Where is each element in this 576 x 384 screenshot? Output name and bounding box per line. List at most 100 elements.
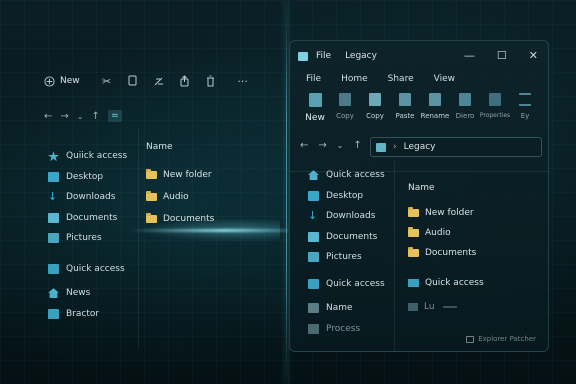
download-icon: ↓ [48, 190, 58, 204]
file-name: Lu [424, 302, 435, 312]
sidebar-item-label: Desktop [326, 190, 364, 201]
view-toggle-icon[interactable]: = [107, 110, 122, 122]
sidebar-item-desktop[interactable]: Desktop [308, 186, 394, 207]
list-icon [519, 93, 531, 106]
home-icon [48, 288, 59, 299]
sidebar-item-downloads[interactable]: ↓ Downloads [48, 187, 138, 208]
maximize-icon[interactable]: ☐ [497, 49, 507, 62]
modern-explorer-window: New ✂ ··· ← → ⌄ ↑ = Quiick access Deskto [30, 60, 286, 350]
share-icon[interactable] [178, 74, 192, 88]
ribbon-copy-button-2[interactable]: Copy [360, 93, 390, 123]
sidebar-item-label: Downloads [66, 192, 116, 203]
navigation-bar: ← → ⌄ ↑ [300, 140, 362, 151]
more-icon[interactable]: ··· [236, 74, 250, 88]
sidebar-item-label: Documents [66, 212, 118, 223]
file-list: Name New folder Audio Documents [146, 142, 214, 230]
forward-icon[interactable]: → [318, 140, 326, 151]
folder-icon [146, 191, 157, 201]
sidebar-item-desktop[interactable]: Desktop [48, 167, 138, 188]
new-icon [308, 93, 322, 107]
divider-glow-line [286, 0, 287, 384]
sidebar-item-pictures[interactable]: Pictures [48, 228, 138, 249]
folder-icon [376, 142, 386, 152]
folder-icon [48, 308, 59, 319]
sidebar-item-label: Pictures [66, 233, 102, 244]
window-controls: — ☐ ✕ [464, 49, 538, 62]
ribbon-label: Properties [479, 112, 511, 119]
file-name: New folder [425, 208, 474, 218]
list-item[interactable]: Audio [408, 223, 484, 243]
monitor-icon [48, 263, 59, 274]
up-icon[interactable]: ↑ [353, 140, 361, 151]
sidebar-item-quick-access[interactable]: Quiick access [48, 146, 138, 167]
minimize-icon[interactable]: — [464, 49, 475, 62]
sidebar-item-pictures[interactable]: Pictures [308, 247, 394, 268]
folder-app-icon [298, 51, 308, 61]
chevron-down-icon[interactable]: ⌄ [337, 141, 344, 150]
copy-icon[interactable] [126, 74, 140, 88]
tab-view[interactable]: View [434, 74, 455, 84]
folder-icon [308, 323, 319, 334]
ribbon-ey-button[interactable]: Ey [510, 93, 540, 123]
address-bar[interactable]: › Legacy [370, 137, 542, 157]
ribbon-new-button[interactable]: New [300, 93, 330, 123]
breadcrumb: Legacy [403, 142, 436, 152]
list-item[interactable]: New folder [408, 203, 484, 223]
delete-icon[interactable] [204, 74, 218, 88]
pictures-icon [48, 233, 59, 244]
list-item[interactable]: Documents [146, 208, 214, 230]
list-item[interactable]: Lu [408, 297, 484, 317]
rename-icon[interactable] [152, 74, 166, 88]
back-icon[interactable]: ← [44, 111, 52, 122]
brand-watermark: Explorer Patcher [466, 335, 536, 343]
list-item[interactable]: Audio [146, 186, 214, 208]
sidebar-item-news[interactable]: News [48, 283, 138, 304]
file-name: Audio [163, 192, 189, 202]
sidebar-item-quick-access-2[interactable]: Quick access [48, 259, 138, 280]
back-icon[interactable]: ← [300, 140, 308, 151]
column-header-name[interactable]: Name [408, 183, 484, 193]
desktop-icon [48, 171, 59, 182]
forward-icon[interactable]: → [60, 111, 68, 122]
tab-file[interactable]: File [306, 74, 321, 84]
pane-divider [394, 161, 395, 351]
close-icon[interactable]: ✕ [529, 49, 538, 62]
tab-home[interactable]: Home [341, 74, 368, 84]
ribbon-tabs: File Home Share View [306, 74, 455, 84]
sidebar-item-bractor[interactable]: Bractor [48, 304, 138, 325]
ribbon-rename-button[interactable]: Rename [420, 93, 450, 123]
section-label: Quick access [425, 278, 484, 288]
column-header-name[interactable]: Name [146, 142, 214, 152]
file-name: Documents [425, 248, 477, 258]
sidebar-item-quick-access[interactable]: Quick access [308, 165, 394, 186]
chevron-down-icon[interactable]: ⌄ [77, 112, 84, 121]
redacted-text [442, 306, 457, 308]
sidebar-item-documents[interactable]: Documents [308, 227, 394, 248]
up-icon[interactable]: ↑ [91, 111, 99, 122]
folder-icon [408, 227, 419, 237]
command-bar: New ✂ ··· [44, 74, 262, 88]
sidebar-item-process[interactable]: Process [308, 319, 394, 340]
list-item[interactable]: Documents [408, 243, 484, 263]
sidebar-item-label: Documents [326, 231, 378, 242]
ribbon-label: New [305, 113, 325, 123]
tab-share[interactable]: Share [388, 74, 414, 84]
list-item[interactable]: New folder [146, 164, 214, 186]
ribbon-properties-button[interactable]: Properties [480, 93, 510, 123]
brand-label: Explorer Patcher [478, 335, 536, 343]
ribbon-paste-button[interactable]: Paste [390, 93, 420, 123]
sidebar-item-name[interactable]: Name [308, 298, 394, 319]
sidebar-item-documents[interactable]: Documents [48, 208, 138, 229]
ribbon-diero-button[interactable]: Diero [450, 93, 480, 123]
cut-icon[interactable]: ✂ [100, 74, 114, 88]
ribbon-copy-button[interactable]: Copy [330, 93, 360, 123]
section-quick-access[interactable]: Quick access [408, 273, 484, 293]
patcher-icon [466, 335, 475, 343]
sidebar-item-label: Desktop [66, 171, 104, 182]
new-button[interactable]: New [44, 75, 80, 87]
sidebar-item-quick-access-2[interactable]: Quick access [308, 274, 394, 295]
ribbon-label: Paste [395, 112, 415, 120]
sidebar-item-downloads[interactable]: ↓ Downloads [308, 206, 394, 227]
sidebar-item-label: Quick access [326, 170, 385, 181]
ribbon-label: Diero [455, 112, 475, 120]
